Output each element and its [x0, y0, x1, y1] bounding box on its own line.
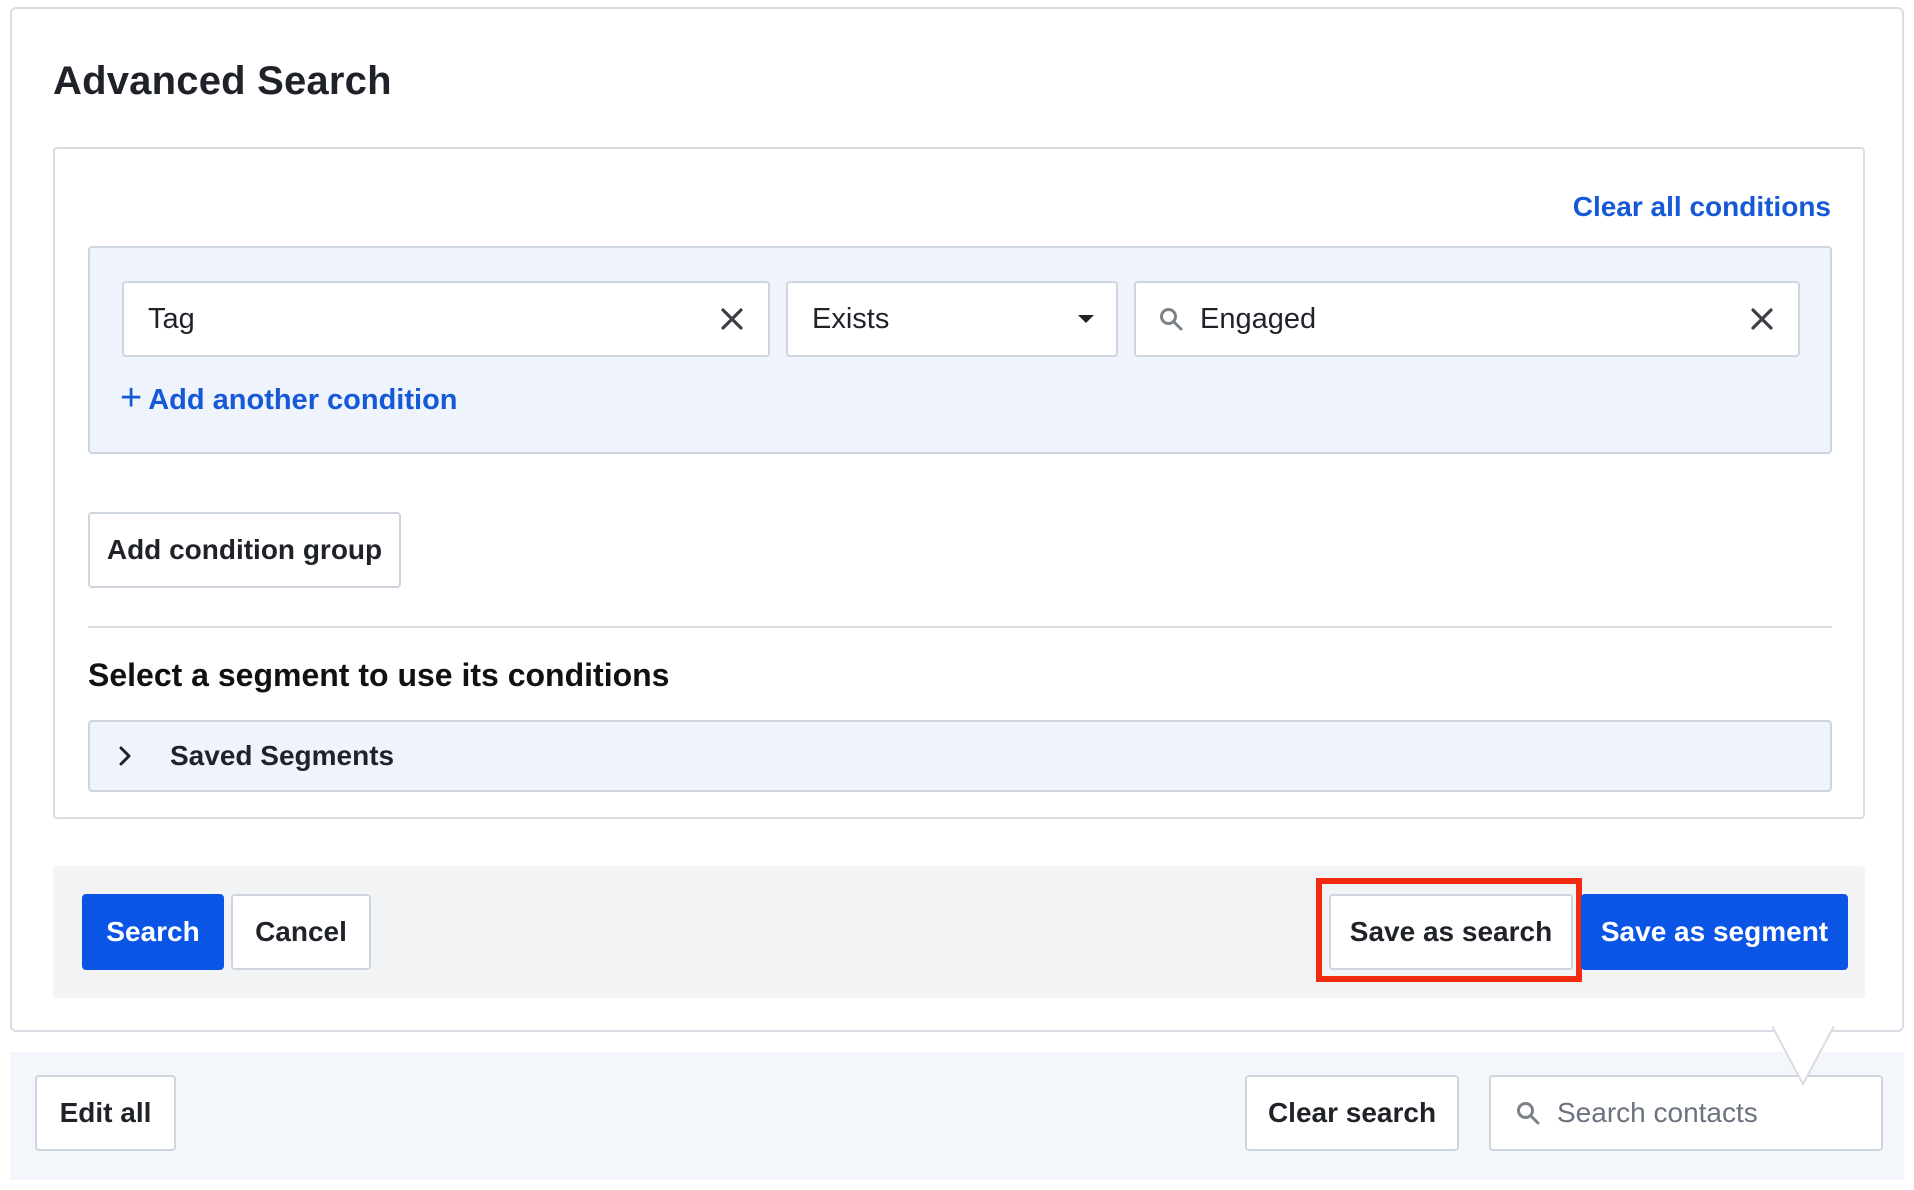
plus-icon: +: [120, 377, 143, 419]
condition-operator-value: Exists: [812, 302, 890, 335]
cancel-button[interactable]: Cancel: [231, 894, 371, 970]
add-condition-group-button[interactable]: Add condition group: [88, 512, 401, 588]
add-another-condition-label: Add another condition: [148, 383, 458, 416]
saved-segments-accordion[interactable]: Saved Segments: [88, 720, 1832, 792]
save-as-segment-button[interactable]: Save as segment: [1581, 894, 1848, 970]
popover-pointer: [1772, 1026, 1834, 1086]
condition-group: Tag Exists Engaged + Add another conditi…: [88, 246, 1832, 454]
condition-builder: Clear all conditions Tag Exists Engaged: [53, 147, 1865, 819]
search-icon: [1160, 308, 1183, 331]
search-button[interactable]: Search: [82, 894, 224, 970]
close-icon[interactable]: [1748, 305, 1776, 333]
edit-all-button[interactable]: Edit all: [35, 1075, 176, 1151]
clear-search-button[interactable]: Clear search: [1245, 1075, 1459, 1151]
action-bar: Search Cancel Save as search Save as seg…: [53, 866, 1865, 998]
save-as-search-button[interactable]: Save as search: [1329, 894, 1573, 970]
add-another-condition-link[interactable]: + Add another condition: [120, 379, 458, 417]
divider: [88, 626, 1832, 628]
saved-segments-label: Saved Segments: [170, 740, 395, 771]
condition-field-select[interactable]: Tag: [122, 281, 770, 357]
caret-down-icon: [1078, 315, 1094, 323]
search-contacts-input[interactable]: [1555, 1096, 1881, 1130]
condition-tag-input[interactable]: Engaged: [1134, 281, 1800, 357]
page-title: Advanced Search: [53, 59, 392, 103]
condition-operator-select[interactable]: Exists: [786, 281, 1118, 357]
segment-section-heading: Select a segment to use its conditions: [88, 657, 670, 693]
clear-all-conditions-link[interactable]: Clear all conditions: [1573, 191, 1831, 223]
condition-tag-value: Engaged: [1200, 302, 1317, 335]
contacts-toolbar: Edit all Clear search: [10, 1052, 1904, 1180]
advanced-search-panel: Advanced Search Clear all conditions Tag…: [10, 7, 1904, 1032]
search-icon: [1517, 1102, 1540, 1125]
close-icon[interactable]: [718, 305, 746, 333]
chevron-right-icon: [119, 746, 131, 766]
condition-field-value: Tag: [148, 302, 195, 335]
search-contacts-field[interactable]: [1489, 1075, 1883, 1151]
